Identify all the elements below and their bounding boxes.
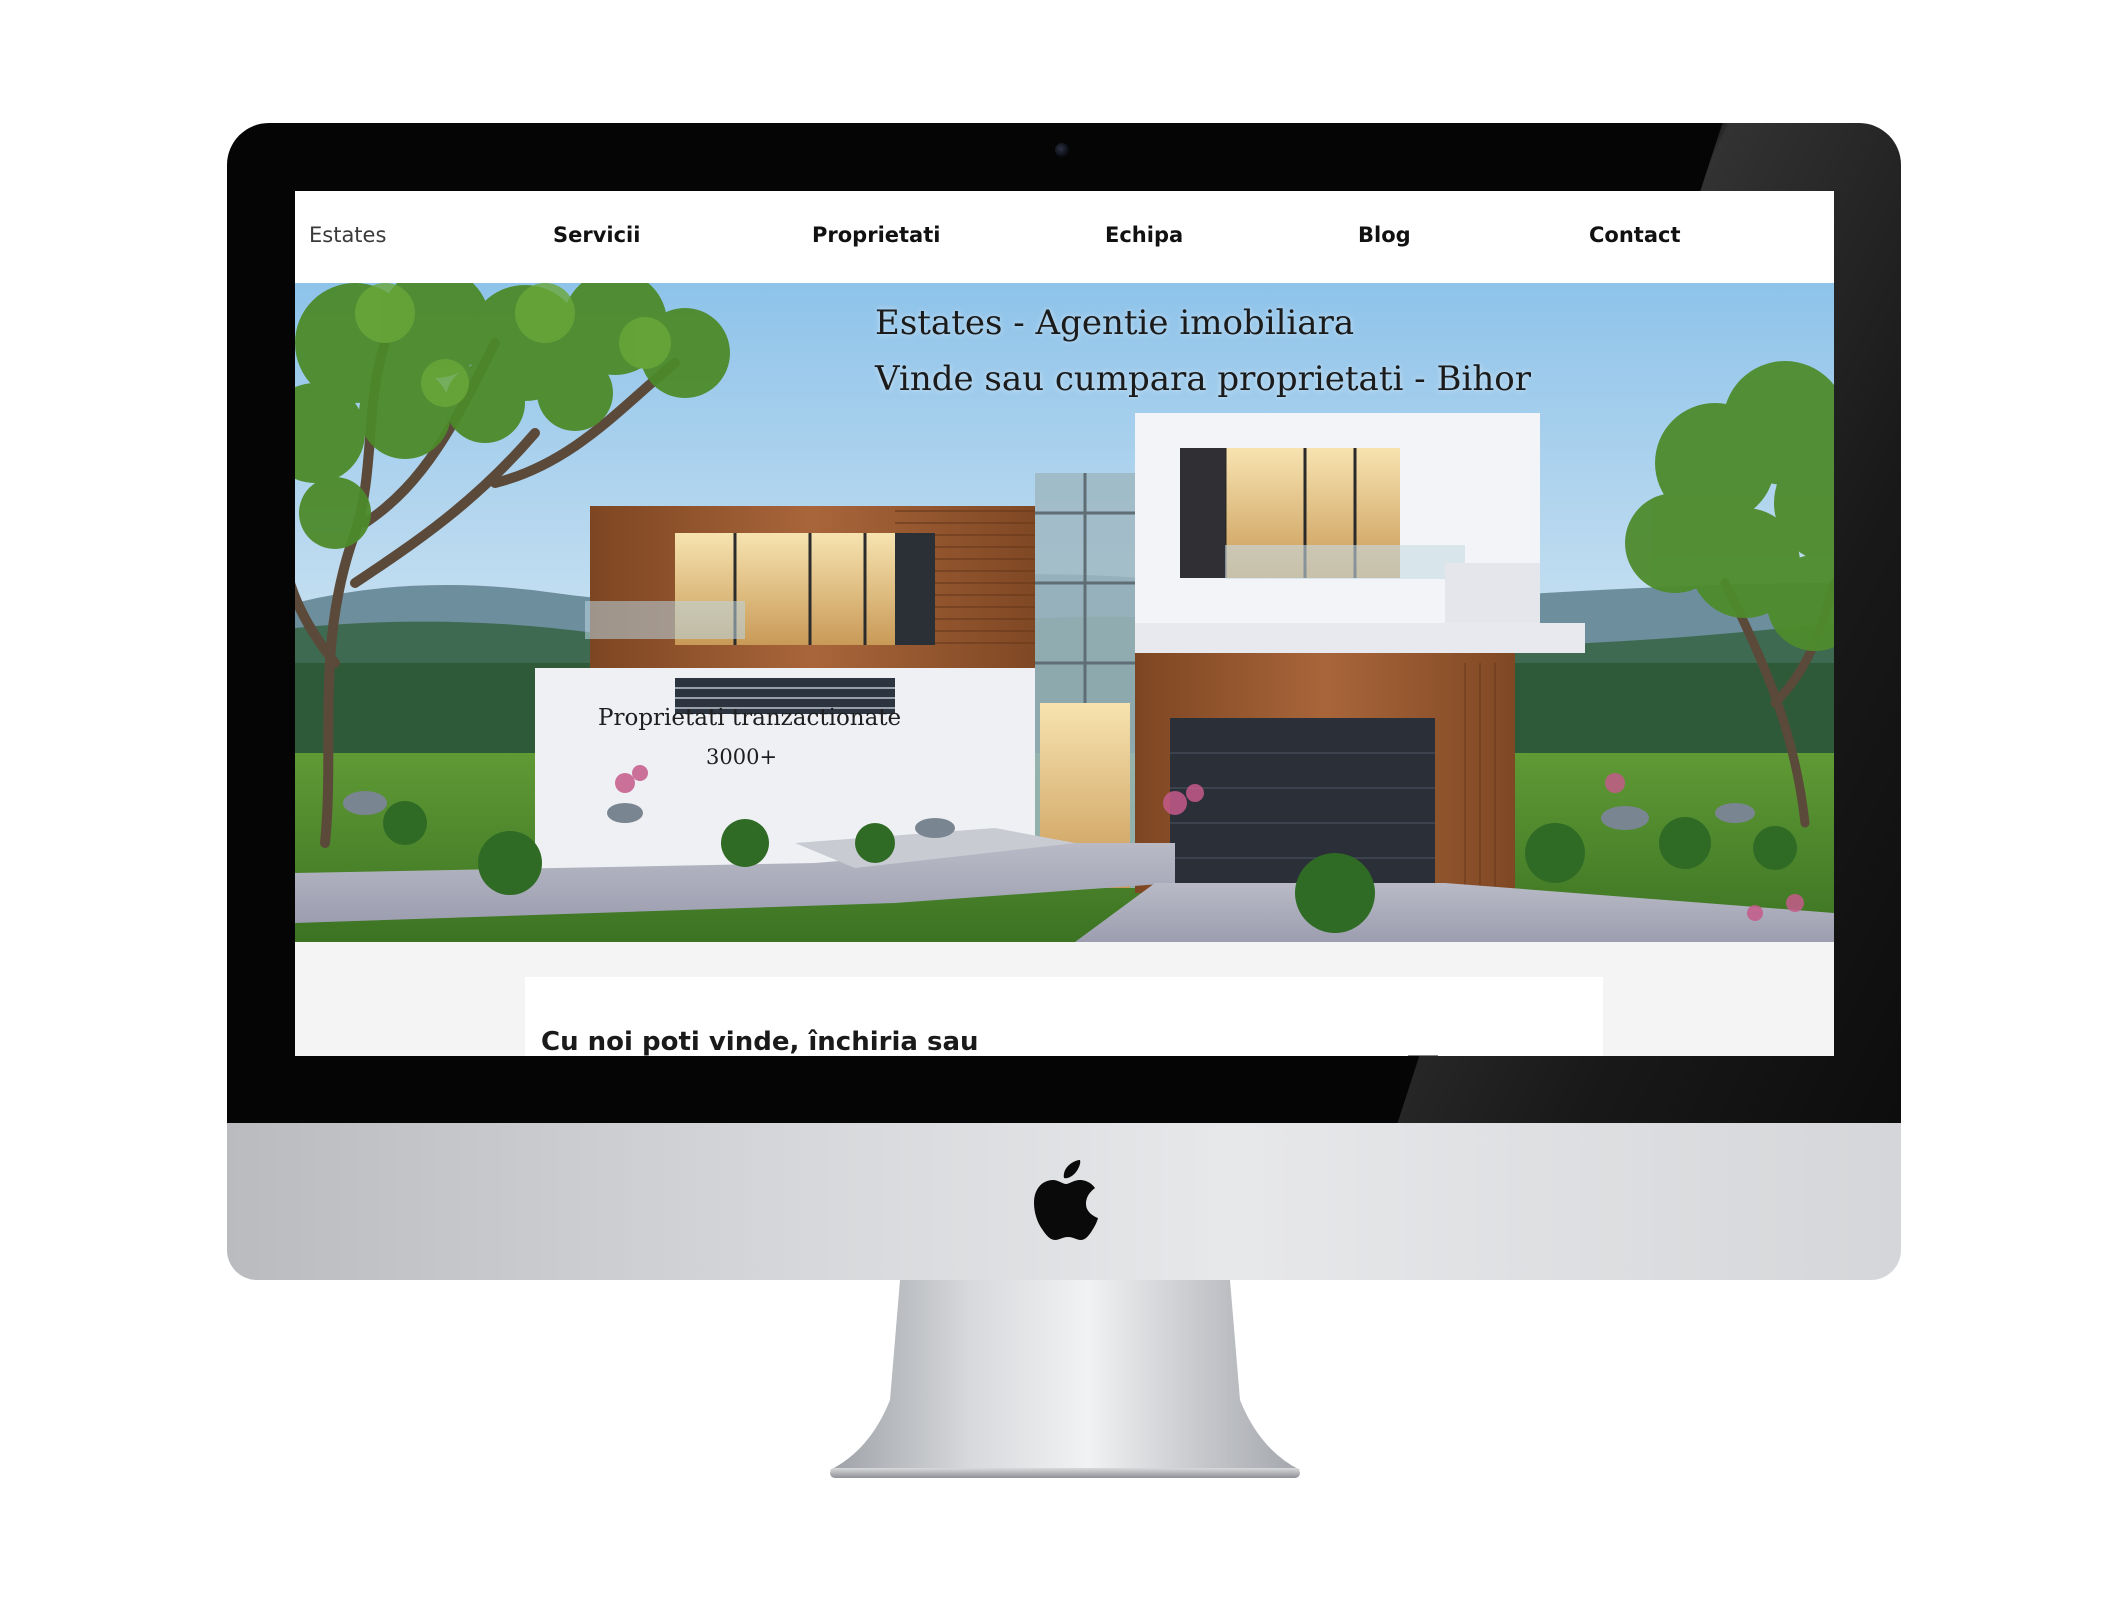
nav-item-echipa[interactable]: Echipa: [1105, 223, 1183, 247]
brand-logo[interactable]: Estates: [309, 223, 386, 247]
intro-image-edge: [1408, 1055, 1438, 1056]
camera-icon: [1055, 143, 1069, 157]
nav-item-proprietati[interactable]: Proprietati: [812, 223, 940, 247]
stat-value: 3000+: [706, 745, 778, 769]
monitor-stand: [830, 1280, 1300, 1478]
hero-subtitle: Vinde sau cumpara proprietati - Bihor: [875, 359, 1531, 399]
top-navbar: Estates Servicii Proprietati Echipa Blog…: [295, 191, 1834, 283]
stat-label: Proprietati tranzactionate: [598, 705, 902, 731]
intro-card: Cu noi poti vinde, închiria sau: [525, 977, 1603, 1056]
hero-title: Estates - Agentie imobiliara: [875, 303, 1355, 343]
imac-mockup: Estates Servicii Proprietati Echipa Blog…: [0, 0, 2122, 1600]
website-screen: Estates Servicii Proprietati Echipa Blog…: [295, 191, 1834, 1056]
hero-banner: Estates - Agentie imobiliara Vinde sau c…: [295, 283, 1834, 942]
nav-item-servicii[interactable]: Servicii: [553, 223, 640, 247]
intro-heading: Cu noi poti vinde, închiria sau: [541, 1027, 979, 1056]
nav-item-contact[interactable]: Contact: [1589, 223, 1681, 247]
apple-logo-icon: [1034, 1160, 1098, 1240]
nav-item-blog[interactable]: Blog: [1358, 223, 1411, 247]
